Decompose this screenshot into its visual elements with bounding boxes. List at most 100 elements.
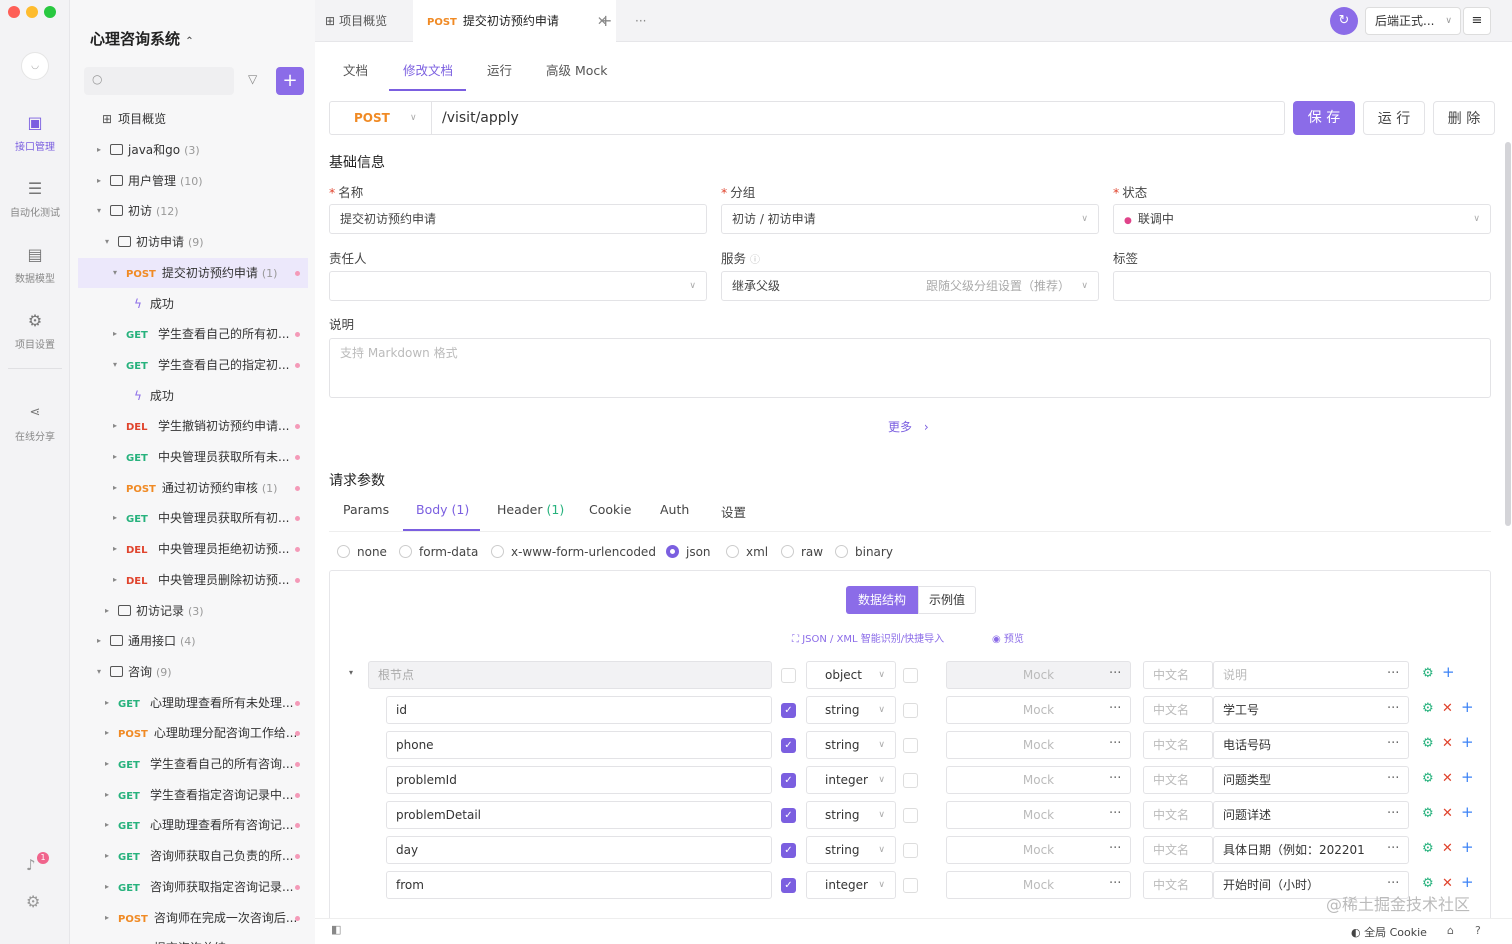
method-select[interactable]: POST [354,102,390,134]
more-icon[interactable]: ··· [1109,841,1121,856]
tree-node[interactable]: ▸ java和go (3) [97,135,200,165]
tree-node[interactable]: ▸ 通用接口 (4) [97,626,196,656]
environment-select[interactable]: 后端正式... ∨ [1365,7,1461,35]
subtab-advanced-mock[interactable]: 高级 Mock [546,60,608,79]
tree-node[interactable]: ▸ 初访记录 (3) [105,596,204,626]
tree-node[interactable]: ▸ GET 学生查看自己的所有初... [113,319,289,349]
more-icon[interactable]: ··· [1109,701,1121,716]
more-icon[interactable]: ··· [1387,806,1399,821]
description-input[interactable]: 问题类型 [1213,766,1409,794]
new-tab-icon[interactable]: + [599,0,612,42]
tree-node[interactable]: ▾ GET 学生查看自己的指定初... [113,350,289,380]
delete-icon[interactable]: ✕ [1442,701,1453,716]
rail-online-share[interactable]: ⋖ 在线分享 [0,402,70,443]
param-tab-settings[interactable]: 设置 [721,502,746,521]
required-checkbox[interactable]: ✓ [781,738,796,753]
tree-node[interactable]: ▾ 初访申请 (9) [105,227,204,257]
tab-overview[interactable]: ⊞ 项目概览 [325,0,387,42]
tab-active-api[interactable]: POST 提交初访预约申请 ✕ [413,0,616,43]
cn-name-input[interactable]: 中文名 [1143,731,1213,759]
menu-icon[interactable]: ≡ [1463,7,1491,35]
settings-icon[interactable]: ⚙ [1422,736,1434,751]
run-button[interactable]: 运 行 [1363,101,1425,135]
required-checkbox[interactable]: ✓ [781,703,796,718]
nullable-checkbox[interactable] [903,878,918,893]
settings-icon[interactable]: ⚙ [1422,666,1434,681]
save-button[interactable]: 保 存 [1293,101,1355,135]
add-child-icon[interactable]: + [1461,803,1474,821]
more-icon[interactable]: ··· [1387,701,1399,716]
field-name-input[interactable]: 根节点 [368,661,772,689]
more-icon[interactable]: ··· [1387,841,1399,856]
zoom-window-button[interactable] [44,6,56,18]
tree-node[interactable]: ▸POST提交咨询总结 [105,933,226,944]
more-icon[interactable]: ··· [1387,666,1399,681]
field-name-input[interactable]: phone [386,731,772,759]
add-button[interactable]: + [276,67,304,95]
mock-input[interactable]: Mock [946,661,1131,689]
mock-input[interactable]: Mock [946,871,1131,899]
global-cookie-link[interactable]: ◐ 全局 Cookie [1351,924,1427,940]
tree-node[interactable]: ▾ 咨询 (9) [97,657,172,687]
settings-icon[interactable]: ⚙ [1422,701,1434,716]
description-input[interactable]: 电话号码 [1213,731,1409,759]
desc-textarea[interactable]: 支持 Markdown 格式 [329,338,1491,398]
settings-icon[interactable]: ⚙ [1422,771,1434,786]
tree-node[interactable]: ▸ GET 心理助理查看所有未处理... [105,688,293,718]
cn-name-input[interactable]: 中文名 [1143,836,1213,864]
status-select[interactable]: ● 联调中 ∨ [1113,204,1491,234]
radio-xml[interactable]: xml [726,545,768,559]
description-input[interactable]: 问题详述 [1213,801,1409,829]
add-child-icon[interactable]: + [1442,663,1455,681]
radio-none[interactable]: none [337,545,387,559]
param-tab-params[interactable]: Params [343,502,389,517]
param-tab-cookie[interactable]: Cookie [589,502,631,517]
nullable-checkbox[interactable] [903,738,918,753]
more-icon[interactable]: ··· [1109,736,1121,751]
tree-node[interactable]: ▸ GET 学生查看指定咨询记录中... [105,780,293,810]
more-icon[interactable]: ··· [1387,736,1399,751]
add-child-icon[interactable]: + [1461,698,1474,716]
cn-name-input[interactable]: 中文名 [1143,661,1213,689]
trash-icon[interactable]: ⌂ [1447,924,1454,937]
tree-node[interactable]: ϟ 成功 [134,289,174,319]
param-tab-body[interactable]: Body (1) [416,502,469,517]
settings-icon[interactable]: ⚙ [1422,876,1434,891]
more-icon[interactable]: ··· [1109,806,1121,821]
tree-node[interactable]: ▸ GET 中央管理员获取所有初... [113,503,289,533]
cn-name-input[interactable]: 中文名 [1143,801,1213,829]
add-child-icon[interactable]: + [1461,733,1474,751]
tree-node[interactable]: ▸ DEL 中央管理员拒绝初访预... [113,534,289,564]
tree-node[interactable]: ▾ 初访 (12) [97,196,179,226]
mock-input[interactable]: Mock [946,766,1131,794]
nullable-checkbox[interactable] [903,703,918,718]
preview-link[interactable]: ◉ 预览 [992,630,1024,645]
filter-icon[interactable]: ▽ [248,72,257,86]
scrollbar-thumb[interactable] [1505,142,1511,526]
tree-search-input[interactable]: ○ [84,67,234,95]
nullable-checkbox[interactable] [903,843,918,858]
mock-input[interactable]: Mock [946,696,1131,724]
add-child-icon[interactable]: + [1461,838,1474,856]
description-input[interactable]: 说明 [1213,661,1409,689]
service-select[interactable]: 继承父级 跟随父级分组设置（推荐） ∨ [721,271,1099,301]
add-child-icon[interactable]: + [1461,873,1474,891]
rail-data-model[interactable]: ▤ 数据模型 [0,244,70,285]
minimize-window-button[interactable] [26,6,38,18]
settings-icon[interactable]: ⚙ [1422,806,1434,821]
owner-select[interactable]: ∨ [329,271,707,301]
tree-node[interactable]: ▾ POST 提交初访预约申请 (1) [78,257,308,288]
seg-example[interactable]: 示例值 [918,586,976,614]
param-tab-header[interactable]: Header (1) [497,502,564,517]
required-checkbox[interactable]: ✓ [781,878,796,893]
tree-node[interactable]: ▸ POST 心理助理分配咨询工作给... [105,718,297,748]
field-name-input[interactable]: from [386,871,772,899]
delete-icon[interactable]: ✕ [1442,806,1453,821]
seg-data-structure[interactable]: 数据结构 [846,586,918,614]
radio-form-data[interactable]: form-data [399,545,478,559]
delete-icon[interactable]: ✕ [1442,736,1453,751]
param-tab-auth[interactable]: Auth [660,502,689,517]
tree-node[interactable]: ▸ POST 通过初访预约审核 (1) [113,473,277,503]
nullable-checkbox[interactable] [903,668,918,683]
rail-auto-test[interactable]: ☰ 自动化测试 [0,178,70,219]
